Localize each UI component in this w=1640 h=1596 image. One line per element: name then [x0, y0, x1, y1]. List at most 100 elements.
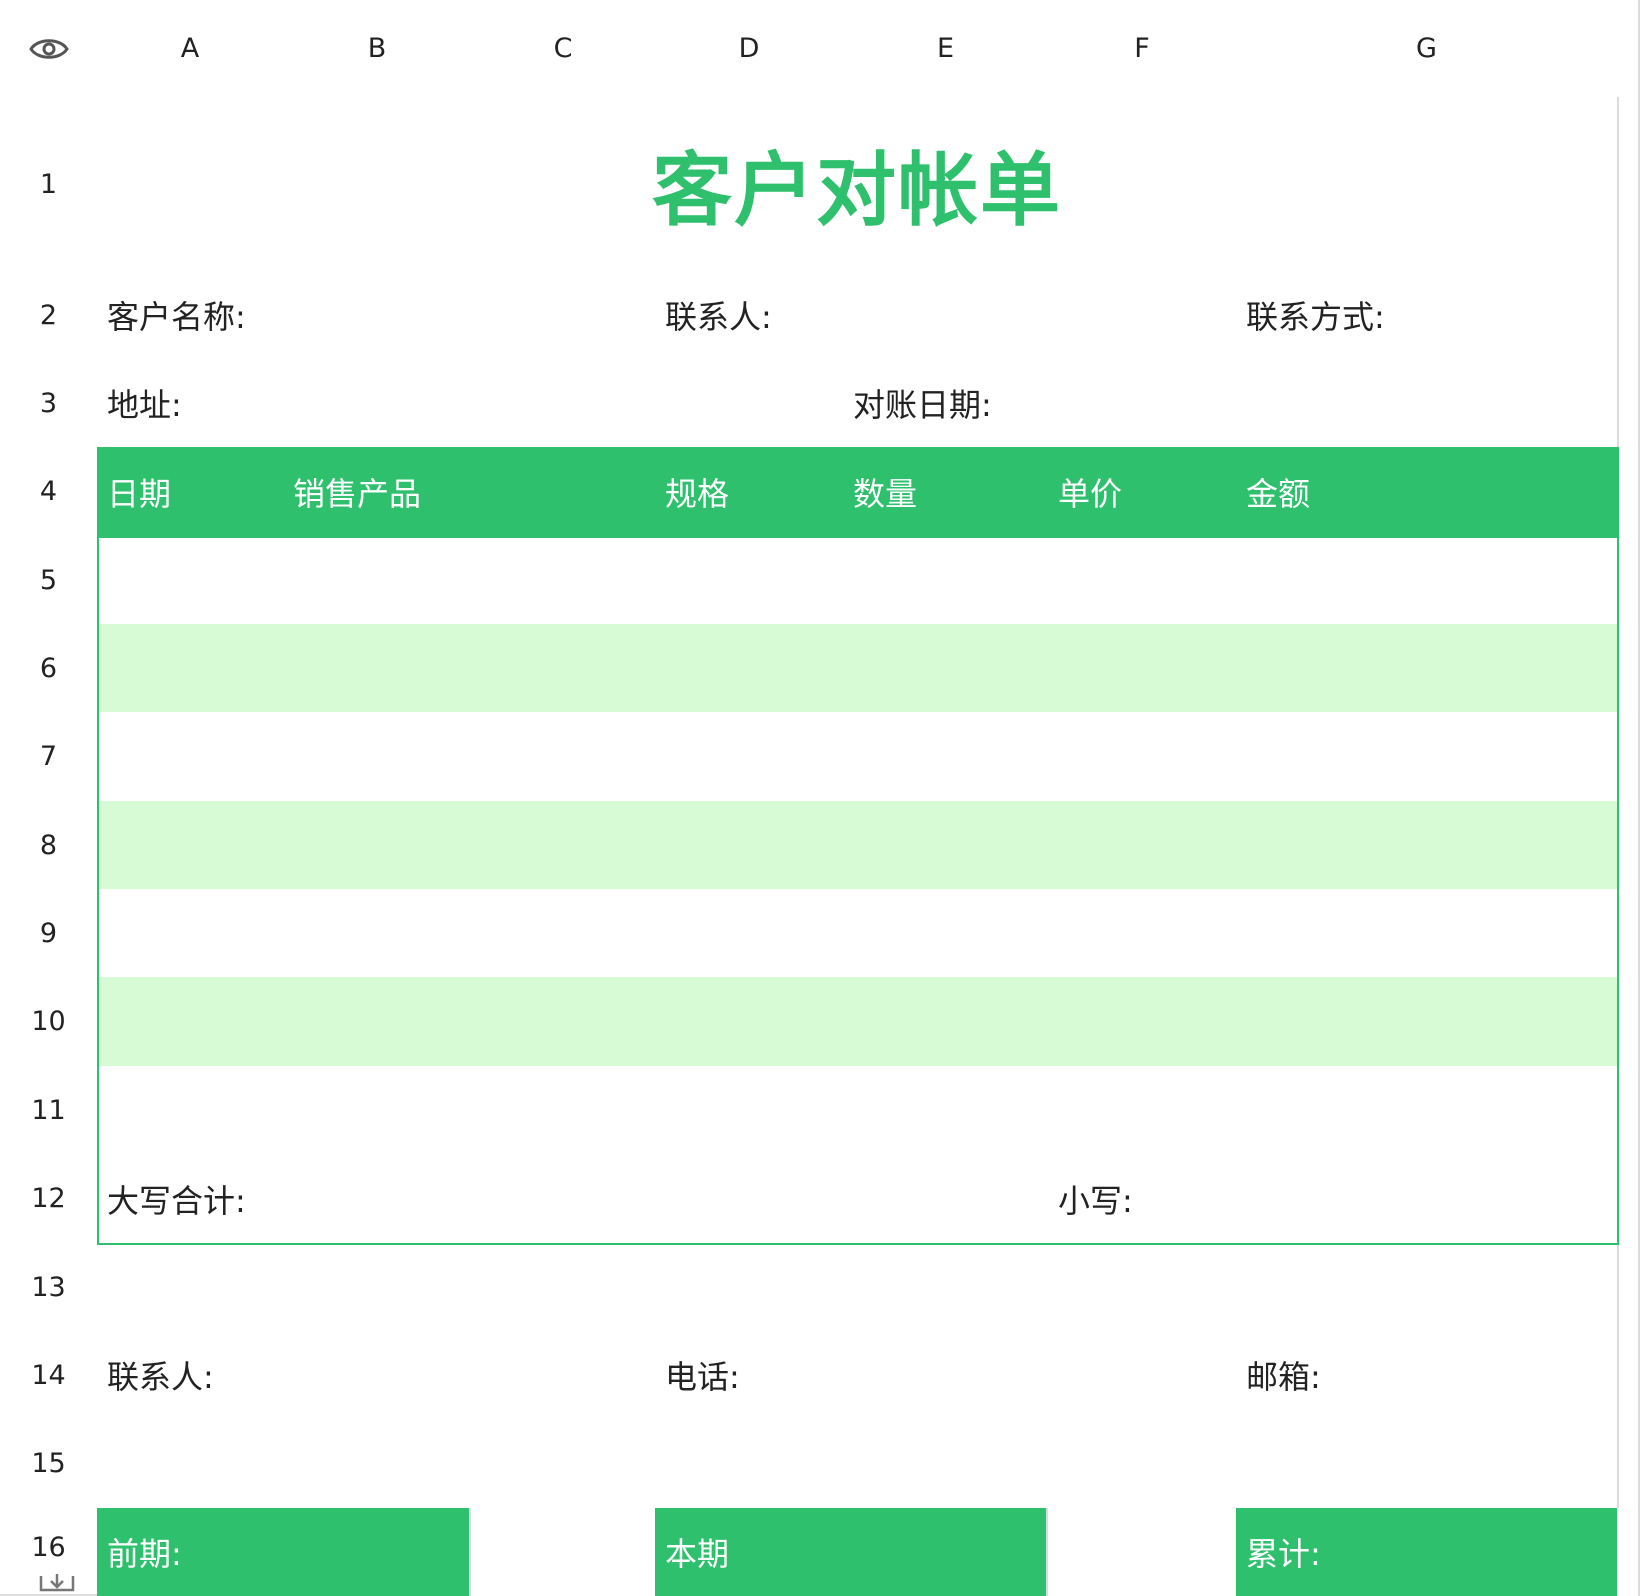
- table-header-amount[interactable]: 金额: [1236, 447, 1619, 538]
- column-header-d[interactable]: D: [655, 0, 845, 99]
- row-header-8[interactable]: 8: [0, 801, 99, 891]
- download-icon[interactable]: [38, 1572, 76, 1594]
- cell-c13[interactable]: [471, 1243, 657, 1333]
- table-cell[interactable]: [655, 1066, 845, 1156]
- cumulative-cell[interactable]: 累计:: [1236, 1508, 1619, 1596]
- table-cell[interactable]: [655, 977, 845, 1068]
- row-header-13[interactable]: 13: [0, 1243, 99, 1333]
- cell-a13[interactable]: [97, 1243, 285, 1333]
- eye-icon[interactable]: [28, 36, 69, 62]
- table-cell[interactable]: [843, 712, 1050, 803]
- table-cell[interactable]: [1236, 712, 1619, 803]
- table-cell[interactable]: [655, 536, 845, 626]
- row-header-12[interactable]: 12: [0, 1154, 99, 1245]
- table-cell[interactable]: [1236, 889, 1619, 979]
- table-cell[interactable]: [1048, 712, 1238, 803]
- footer-contact-cell[interactable]: 联系人:: [97, 1331, 473, 1421]
- row-header-4[interactable]: 4: [0, 447, 99, 538]
- cell-c15[interactable]: [471, 1419, 657, 1510]
- cell-d13[interactable]: [655, 1243, 845, 1333]
- row-header-1[interactable]: 1: [0, 97, 99, 273]
- cell-g13[interactable]: [1236, 1243, 1619, 1333]
- table-cell[interactable]: [843, 624, 1050, 714]
- table-cell[interactable]: [843, 977, 1050, 1068]
- row-header-2[interactable]: 2: [0, 271, 99, 361]
- cell-d15[interactable]: [655, 1419, 845, 1510]
- column-header-f[interactable]: F: [1048, 0, 1238, 99]
- table-cell[interactable]: [97, 624, 285, 714]
- table-cell[interactable]: [1236, 801, 1619, 891]
- footer-phone-cell[interactable]: 电话:: [655, 1331, 1050, 1421]
- table-cell[interactable]: [283, 889, 657, 979]
- table-cell[interactable]: [1048, 889, 1238, 979]
- table-header-product[interactable]: 销售产品: [283, 447, 657, 538]
- sheet-title[interactable]: 客户对帐单: [97, 97, 1619, 273]
- table-cell[interactable]: [97, 712, 285, 803]
- table-cell[interactable]: [283, 712, 657, 803]
- row-header-14[interactable]: 14: [0, 1331, 99, 1421]
- cell-g15[interactable]: [1236, 1419, 1619, 1510]
- table-cell[interactable]: [843, 1066, 1050, 1156]
- table-cell[interactable]: [1236, 1066, 1619, 1156]
- table-cell[interactable]: [97, 1066, 285, 1156]
- table-header-quantity[interactable]: 数量: [843, 447, 1050, 538]
- table-cell[interactable]: [283, 801, 657, 891]
- address-cell[interactable]: 地址:: [97, 359, 845, 449]
- cell-f14[interactable]: [1048, 1331, 1238, 1421]
- table-cell[interactable]: [843, 801, 1050, 891]
- cell-f13[interactable]: [1048, 1243, 1238, 1333]
- table-cell[interactable]: [97, 977, 285, 1068]
- table-cell[interactable]: [97, 536, 285, 626]
- table-cell[interactable]: [1236, 536, 1619, 626]
- cell-a15[interactable]: [97, 1419, 285, 1510]
- table-header-date[interactable]: 日期: [97, 447, 285, 538]
- cell-c14[interactable]: [471, 1331, 657, 1421]
- table-cell[interactable]: [843, 536, 1050, 626]
- table-cell[interactable]: [1236, 624, 1619, 714]
- cell-f16[interactable]: [1046, 1508, 1238, 1596]
- row-header-9[interactable]: 9: [0, 889, 99, 979]
- table-cell[interactable]: [283, 536, 657, 626]
- cell-c16[interactable]: [469, 1508, 657, 1596]
- table-cell[interactable]: [655, 801, 845, 891]
- table-cell[interactable]: [843, 889, 1050, 979]
- table-cell[interactable]: [97, 801, 285, 891]
- column-header-c[interactable]: C: [471, 0, 657, 99]
- table-cell[interactable]: [655, 889, 845, 979]
- table-cell[interactable]: [283, 977, 657, 1068]
- select-all-corner[interactable]: [0, 0, 99, 99]
- cell-f2[interactable]: [1048, 271, 1238, 361]
- row-header-11[interactable]: 11: [0, 1066, 99, 1156]
- footer-email-cell[interactable]: 邮箱:: [1236, 1331, 1619, 1421]
- table-cell[interactable]: [655, 712, 845, 803]
- table-header-spec[interactable]: 规格: [655, 447, 845, 538]
- total-uppercase-cell[interactable]: 大写合计:: [97, 1154, 1050, 1245]
- cell-b15[interactable]: [283, 1419, 473, 1510]
- table-cell[interactable]: [1048, 1066, 1238, 1156]
- table-cell[interactable]: [1236, 977, 1619, 1068]
- table-header-unit-price[interactable]: 单价: [1048, 447, 1238, 538]
- row-header-5[interactable]: 5: [0, 536, 99, 626]
- row-header-15[interactable]: 15: [0, 1419, 99, 1510]
- row-header-10[interactable]: 10: [0, 977, 99, 1068]
- cell-e15[interactable]: [843, 1419, 1050, 1510]
- table-cell[interactable]: [283, 1066, 657, 1156]
- table-cell[interactable]: [1048, 801, 1238, 891]
- column-header-a[interactable]: A: [97, 0, 285, 99]
- table-cell[interactable]: [655, 624, 845, 714]
- table-cell[interactable]: [1048, 536, 1238, 626]
- cell-f15[interactable]: [1048, 1419, 1238, 1510]
- table-cell[interactable]: [1048, 977, 1238, 1068]
- statement-date-cell[interactable]: 对账日期:: [843, 359, 1619, 449]
- table-cell[interactable]: [1048, 624, 1238, 714]
- table-cell[interactable]: [283, 624, 657, 714]
- cell-b13[interactable]: [283, 1243, 473, 1333]
- row-header-7[interactable]: 7: [0, 712, 99, 803]
- table-cell[interactable]: [97, 889, 285, 979]
- previous-period-cell[interactable]: 前期:: [97, 1508, 471, 1596]
- contact-person-cell[interactable]: 联系人:: [655, 271, 1050, 361]
- current-period-cell[interactable]: 本期: [655, 1508, 1048, 1596]
- total-lowercase-cell[interactable]: 小写:: [1048, 1154, 1619, 1245]
- contact-method-cell[interactable]: 联系方式:: [1236, 271, 1619, 361]
- column-header-g[interactable]: G: [1236, 0, 1619, 99]
